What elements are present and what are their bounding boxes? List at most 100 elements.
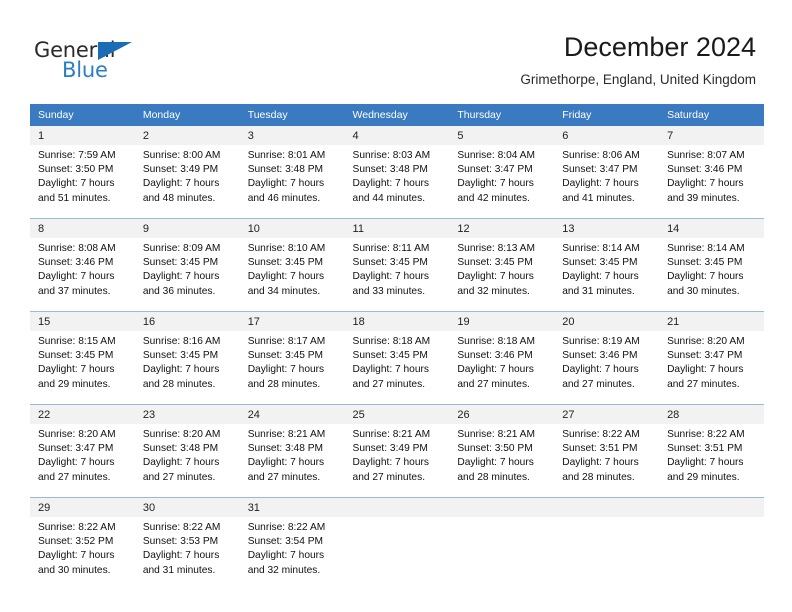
- calendar-weekday-header: Sunday Monday Tuesday Wednesday Thursday…: [30, 104, 764, 126]
- calendar-day-cell[interactable]: Sunrise: 8:14 AM Sunset: 3:45 PM Daylight:…: [659, 238, 764, 312]
- sunrise-time: Sunrise: 8:20 AM: [38, 429, 116, 440]
- calendar-day-cell[interactable]: Sunrise: 8:18 AM Sunset: 3:46 PM Daylight:…: [449, 331, 555, 405]
- sunset-time: Sunset: 3:45 PM: [142, 257, 219, 269]
- calendar-day-cell[interactable]: Sunrise: 8:03 AM Sunset: 3:48 PM Daylight:…: [344, 145, 450, 219]
- calendar-day-number[interactable]: 5: [449, 126, 555, 145]
- calendar-day-cell[interactable]: Sunrise: 8:22 AM Sunset: 3:53 PM Daylight:…: [134, 517, 240, 590]
- daylight-duration-line1: Daylight: 7 hours: [562, 178, 639, 190]
- calendar-day-number[interactable]: 27: [554, 404, 660, 424]
- calendar-day-cell[interactable]: Sunrise: 8:22 AM Sunset: 3:54 PM Daylight:…: [239, 517, 345, 590]
- calendar-day-number[interactable]: 18: [344, 311, 450, 331]
- sunset-time: Sunset: 3:46 PM: [38, 257, 114, 269]
- calendar-day-number[interactable]: 25: [344, 404, 450, 424]
- calendar-day-number[interactable]: 29: [30, 497, 135, 517]
- calendar-day-cell[interactable]: Sunrise: 8:14 AM Sunset: 3:45 PM Daylight:…: [554, 238, 660, 312]
- daylight-duration-line2: and 51 minutes.: [38, 192, 111, 204]
- calendar-day-number[interactable]: 9: [134, 218, 240, 238]
- calendar-day-cell[interactable]: Sunrise: 8:21 AM Sunset: 3:50 PM Daylight:…: [449, 424, 555, 498]
- calendar-day-number[interactable]: 28: [659, 404, 764, 424]
- daylight-duration-line1: Daylight: 7 hours: [142, 271, 220, 283]
- calendar-day-cell[interactable]: Sunrise: 8:17 AM Sunset: 3:45 PM Daylight:…: [239, 331, 345, 405]
- calendar-day-cell[interactable]: Sunrise: 8:06 AM Sunset: 3:47 PM Daylight:…: [554, 145, 660, 219]
- calendar-week-daynum-row: 22 23 24 25 26 27 28: [30, 404, 764, 424]
- sunset-time: Sunset: 3:49 PM: [142, 164, 219, 176]
- calendar-day-number[interactable]: 31: [239, 497, 345, 517]
- calendar-day-number[interactable]: 3: [239, 126, 345, 145]
- calendar-day-number[interactable]: 7: [659, 126, 764, 145]
- calendar-day-number[interactable]: 30: [134, 497, 240, 517]
- sunset-time: Sunset: 3:45 PM: [247, 257, 324, 269]
- calendar-day-number[interactable]: 24: [239, 404, 345, 424]
- calendar-day-number[interactable]: 15: [30, 311, 135, 331]
- calendar-day-cell[interactable]: Sunrise: 8:00 AM Sunset: 3:49 PM Daylight:…: [134, 145, 240, 219]
- daylight-duration-line2: and 46 minutes.: [247, 192, 321, 204]
- calendar-day-cell[interactable]: Sunrise: 8:09 AM Sunset: 3:45 PM Daylight:…: [134, 238, 240, 312]
- calendar-day-cell[interactable]: Sunrise: 8:22 AM Sunset: 3:52 PM Daylight:…: [30, 517, 135, 590]
- weekday-header-friday: Friday: [554, 104, 660, 126]
- general-blue-logo[interactable]: General Blue: [34, 38, 164, 82]
- calendar-day-cell[interactable]: Sunrise: 8:16 AM Sunset: 3:45 PM Daylight:…: [134, 331, 240, 405]
- calendar-day-number[interactable]: 2: [134, 126, 240, 145]
- calendar-day-cell[interactable]: Sunrise: 8:22 AM Sunset: 3:51 PM Daylight:…: [554, 424, 660, 498]
- calendar-day-cell[interactable]: Sunrise: 8:20 AM Sunset: 3:47 PM Daylight:…: [30, 424, 135, 498]
- daylight-duration-line1: Daylight: 7 hours: [38, 271, 115, 283]
- sunset-time: Sunset: 3:50 PM: [38, 164, 114, 176]
- calendar-day-cell[interactable]: Sunrise: 8:10 AM Sunset: 3:45 PM Daylight:…: [239, 238, 345, 312]
- sunset-time: Sunset: 3:47 PM: [38, 443, 114, 455]
- daylight-duration-line1: Daylight: 7 hours: [667, 271, 744, 283]
- calendar-day-cell[interactable]: Sunrise: 8:01 AM Sunset: 3:48 PM Daylight:…: [239, 145, 345, 219]
- calendar-day-number[interactable]: 12: [449, 218, 555, 238]
- calendar-day-cell[interactable]: Sunrise: 8:22 AM Sunset: 3:51 PM Daylight:…: [659, 424, 764, 498]
- sunrise-time: Sunrise: 8:08 AM: [38, 243, 116, 254]
- calendar-day-cell[interactable]: Sunrise: 8:04 AM Sunset: 3:47 PM Daylight:…: [449, 145, 555, 219]
- logo-text-blue: Blue: [62, 58, 108, 82]
- calendar-week-info-row: Sunrise: 8:20 AM Sunset: 3:47 PM Daylight:…: [30, 424, 764, 498]
- calendar-day-number[interactable]: 21: [659, 311, 764, 331]
- calendar-day-number[interactable]: 13: [554, 218, 660, 238]
- calendar-empty-cell: [554, 517, 660, 590]
- calendar-day-number[interactable]: 6: [554, 126, 660, 145]
- calendar-day-cell[interactable]: Sunrise: 8:19 AM Sunset: 3:46 PM Daylight:…: [554, 331, 660, 405]
- calendar-day-cell[interactable]: Sunrise: 8:13 AM Sunset: 3:45 PM Daylight:…: [449, 238, 555, 312]
- daylight-duration-line2: and 32 minutes.: [247, 564, 321, 576]
- calendar-day-cell[interactable]: Sunrise: 8:18 AM Sunset: 3:45 PM Daylight:…: [344, 331, 450, 405]
- calendar-day-cell[interactable]: Sunrise: 8:21 AM Sunset: 3:49 PM Daylight:…: [344, 424, 450, 498]
- calendar-day-number[interactable]: 10: [239, 218, 345, 238]
- calendar-day-number[interactable]: 20: [554, 311, 660, 331]
- daylight-duration-line2: and 30 minutes.: [38, 564, 111, 576]
- calendar-week-daynum-row: 15 16 17 18 19 20 21: [30, 311, 764, 331]
- calendar-day-number[interactable]: 1: [30, 126, 135, 145]
- sunrise-time: Sunrise: 8:22 AM: [667, 429, 745, 440]
- calendar-day-number[interactable]: 22: [30, 404, 135, 424]
- daylight-duration-line1: Daylight: 7 hours: [352, 364, 429, 376]
- calendar-day-cell[interactable]: Sunrise: 8:07 AM Sunset: 3:46 PM Daylight:…: [659, 145, 764, 219]
- calendar-day-number[interactable]: 19: [449, 311, 555, 331]
- calendar-day-cell[interactable]: Sunrise: 8:21 AM Sunset: 3:48 PM Daylight:…: [239, 424, 345, 498]
- daylight-duration-line2: and 32 minutes.: [457, 285, 530, 297]
- calendar-day-number[interactable]: 17: [239, 311, 345, 331]
- calendar-day-cell[interactable]: Sunrise: 8:08 AM Sunset: 3:46 PM Daylight:…: [30, 238, 135, 312]
- calendar-day-number[interactable]: 14: [659, 218, 764, 238]
- calendar-day-number[interactable]: 26: [449, 404, 555, 424]
- calendar-day-number[interactable]: 16: [134, 311, 240, 331]
- sunrise-time: Sunrise: 8:14 AM: [562, 243, 640, 254]
- daylight-duration-line1: Daylight: 7 hours: [562, 364, 639, 376]
- calendar-day-number[interactable]: 4: [344, 126, 450, 145]
- sunset-time: Sunset: 3:48 PM: [247, 443, 324, 455]
- calendar-day-cell[interactable]: Sunrise: 7:59 AM Sunset: 3:50 PM Daylight:…: [30, 145, 135, 219]
- calendar-week-info-row: Sunrise: 7:59 AM Sunset: 3:50 PM Daylight:…: [30, 145, 764, 219]
- sunrise-time: Sunrise: 8:10 AM: [247, 243, 326, 254]
- calendar-empty-daynum-cell: [449, 497, 555, 517]
- sunrise-time: Sunrise: 8:22 AM: [142, 522, 221, 533]
- calendar-day-number[interactable]: 11: [344, 218, 450, 238]
- weekday-header-row: Sunday Monday Tuesday Wednesday Thursday…: [30, 104, 764, 126]
- calendar-day-cell[interactable]: Sunrise: 8:20 AM Sunset: 3:48 PM Daylight:…: [134, 424, 240, 498]
- calendar-day-cell[interactable]: Sunrise: 8:15 AM Sunset: 3:45 PM Daylight:…: [30, 331, 135, 405]
- calendar-page: General Blue December 2024 Grimethorpe, …: [0, 0, 792, 612]
- calendar-day-cell[interactable]: Sunrise: 8:20 AM Sunset: 3:47 PM Daylight:…: [659, 331, 764, 405]
- calendar-day-cell[interactable]: Sunrise: 8:11 AM Sunset: 3:45 PM Daylight:…: [344, 238, 450, 312]
- calendar-week-info-row: Sunrise: 8:08 AM Sunset: 3:46 PM Daylight:…: [30, 238, 764, 312]
- calendar-day-number[interactable]: 23: [134, 404, 240, 424]
- daylight-duration-line2: and 28 minutes.: [142, 378, 216, 390]
- calendar-day-number[interactable]: 8: [30, 218, 135, 238]
